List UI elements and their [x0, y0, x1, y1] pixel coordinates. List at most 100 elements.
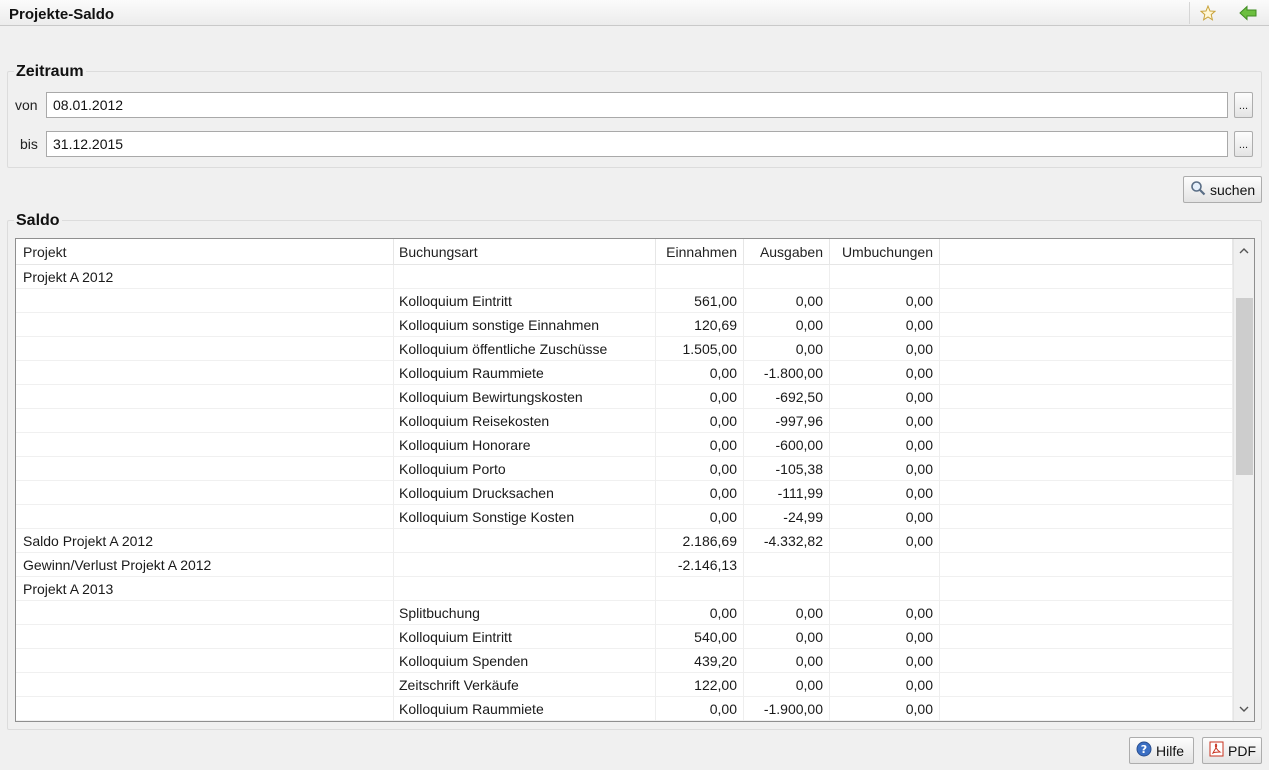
table-row[interactable]: Kolloquium Raummiete 0,00 -1.800,00 0,00: [16, 361, 1233, 385]
help-button[interactable]: ? Hilfe: [1129, 737, 1194, 764]
table-row[interactable]: Saldo Projekt A 2012 2.186,69 -4.332,82 0,0…: [16, 529, 1233, 553]
table-row[interactable]: Kolloquium Spenden 439,20 0,00 0,00: [16, 649, 1233, 673]
scroll-down-icon[interactable]: [1234, 699, 1254, 719]
cell-einnahmen: 0,00: [656, 697, 744, 721]
cell-ausgaben: -600,00: [744, 433, 830, 457]
cell-umbuchungen: [830, 553, 940, 577]
table-row[interactable]: Kolloquium öffentliche Zuschüsse 1.505,00…: [16, 337, 1233, 361]
cell-einnahmen: 0,00: [656, 433, 744, 457]
cell-umbuchungen: 0,00: [830, 289, 940, 313]
window-title: Projekte-Saldo: [9, 6, 115, 23]
cell-einnahmen: 0,00: [656, 505, 744, 529]
cell-filler: [940, 313, 1233, 337]
cell-umbuchungen: 0,00: [830, 433, 940, 457]
cell-filler: [940, 505, 1233, 529]
cell-einnahmen: 561,00: [656, 289, 744, 313]
cell-filler: [940, 433, 1233, 457]
cell-filler: [940, 649, 1233, 673]
help-button-label: Hilfe: [1156, 742, 1185, 759]
cell-projekt: [16, 697, 394, 721]
column-header-filler: [940, 239, 1233, 265]
cell-buchungsart: Kolloquium sonstige Einnahmen: [394, 313, 656, 337]
table-row[interactable]: Kolloquium Bewirtungskosten 0,00 -692,50 0,…: [16, 385, 1233, 409]
cell-ausgaben: -1.800,00: [744, 361, 830, 385]
column-header-ausgaben[interactable]: Ausgaben: [744, 239, 830, 265]
cell-buchungsart: Kolloquium Spenden: [394, 649, 656, 673]
table-row[interactable]: Kolloquium Eintritt 540,00 0,00 0,00: [16, 625, 1233, 649]
column-header-buchungsart[interactable]: Buchungsart: [394, 239, 656, 265]
von-date-picker-button[interactable]: ...: [1234, 92, 1253, 118]
table-row[interactable]: Splitbuchung 0,00 0,00 0,00: [16, 601, 1233, 625]
cell-ausgaben: 0,00: [744, 625, 830, 649]
column-header-umbuchungen[interactable]: Umbuchungen: [830, 239, 940, 265]
scroll-thumb[interactable]: [1236, 298, 1253, 475]
cell-projekt: Saldo Projekt A 2012: [16, 529, 394, 553]
scroll-up-icon[interactable]: [1234, 241, 1254, 261]
cell-filler: [940, 385, 1233, 409]
cell-einnahmen: [656, 577, 744, 601]
cell-projekt: Projekt A 2012: [16, 265, 394, 289]
table-row[interactable]: Zeitschrift Verkäufe 122,00 0,00 0,00: [16, 673, 1233, 697]
column-header-projekt[interactable]: Projekt: [16, 239, 394, 265]
cell-buchungsart: Kolloquium Raummiete: [394, 361, 656, 385]
cell-projekt: [16, 409, 394, 433]
table-row[interactable]: Kolloquium Porto 0,00 -105,38 0,00: [16, 457, 1233, 481]
cell-buchungsart: [394, 577, 656, 601]
von-label: von: [15, 97, 38, 113]
table-row[interactable]: Projekt A 2012: [16, 265, 1233, 289]
cell-projekt: [16, 337, 394, 361]
column-header-einnahmen[interactable]: Einnahmen: [656, 239, 744, 265]
svg-text:?: ?: [1141, 743, 1147, 756]
pdf-button[interactable]: PDF: [1202, 737, 1262, 764]
table-row[interactable]: Kolloquium Eintritt 561,00 0,00 0,00: [16, 289, 1233, 313]
table-row[interactable]: Kolloquium Reisekosten 0,00 -997,96 0,00: [16, 409, 1233, 433]
cell-ausgaben: -111,99: [744, 481, 830, 505]
cell-filler: [940, 457, 1233, 481]
cell-umbuchungen: 0,00: [830, 481, 940, 505]
cell-ausgaben: -105,38: [744, 457, 830, 481]
cell-projekt: Gewinn/Verlust Projekt A 2012: [16, 553, 394, 577]
cell-filler: [940, 625, 1233, 649]
pdf-icon: [1209, 741, 1224, 760]
table-row[interactable]: Kolloquium Drucksachen 0,00 -111,99 0,00: [16, 481, 1233, 505]
von-date-input[interactable]: [46, 92, 1228, 118]
cell-filler: [940, 697, 1233, 721]
cell-projekt: [16, 649, 394, 673]
cell-ausgaben: [744, 577, 830, 601]
cell-einnahmen: -2.146,13: [656, 553, 744, 577]
cell-buchungsart: Kolloquium Bewirtungskosten: [394, 385, 656, 409]
cell-umbuchungen: 0,00: [830, 601, 940, 625]
cell-einnahmen: 0,00: [656, 385, 744, 409]
cell-umbuchungen: 0,00: [830, 361, 940, 385]
cell-projekt: [16, 673, 394, 697]
cell-buchungsart: [394, 265, 656, 289]
table-row[interactable]: Kolloquium Raummiete 0,00 -1.900,00 0,00: [16, 697, 1233, 721]
cell-umbuchungen: 0,00: [830, 625, 940, 649]
table-row[interactable]: Gewinn/Verlust Projekt A 2012 -2.146,13: [16, 553, 1233, 577]
vertical-scrollbar[interactable]: [1233, 239, 1254, 721]
cell-ausgaben: -692,50: [744, 385, 830, 409]
table-row[interactable]: Kolloquium Sonstige Kosten 0,00 -24,99 0,00: [16, 505, 1233, 529]
search-button[interactable]: suchen: [1183, 176, 1262, 203]
star-icon[interactable]: [1197, 3, 1219, 23]
cell-umbuchungen: 0,00: [830, 409, 940, 433]
back-arrow-icon[interactable]: [1237, 3, 1259, 23]
bis-date-picker-button[interactable]: ...: [1234, 131, 1253, 157]
cell-buchungsart: Kolloquium Eintritt: [394, 289, 656, 313]
table-row[interactable]: Kolloquium Honorare 0,00 -600,00 0,00: [16, 433, 1233, 457]
cell-projekt: [16, 505, 394, 529]
projekte-saldo-window: Projekte-Saldo Zeitraum von ... bis ... …: [0, 0, 1269, 770]
table-row[interactable]: Kolloquium sonstige Einnahmen 120,69 0,00 0…: [16, 313, 1233, 337]
cell-buchungsart: [394, 529, 656, 553]
cell-projekt: [16, 481, 394, 505]
cell-umbuchungen: 0,00: [830, 457, 940, 481]
zeitraum-title: Zeitraum: [14, 63, 86, 81]
cell-einnahmen: 0,00: [656, 457, 744, 481]
magnifier-icon: [1190, 180, 1206, 199]
saldo-table[interactable]: Projekt Buchungsart Einnahmen Ausgaben U…: [15, 238, 1255, 722]
cell-einnahmen: 1.505,00: [656, 337, 744, 361]
table-row[interactable]: Projekt A 2013: [16, 577, 1233, 601]
cell-einnahmen: [656, 265, 744, 289]
cell-ausgaben: 0,00: [744, 673, 830, 697]
bis-date-input[interactable]: [46, 131, 1228, 157]
